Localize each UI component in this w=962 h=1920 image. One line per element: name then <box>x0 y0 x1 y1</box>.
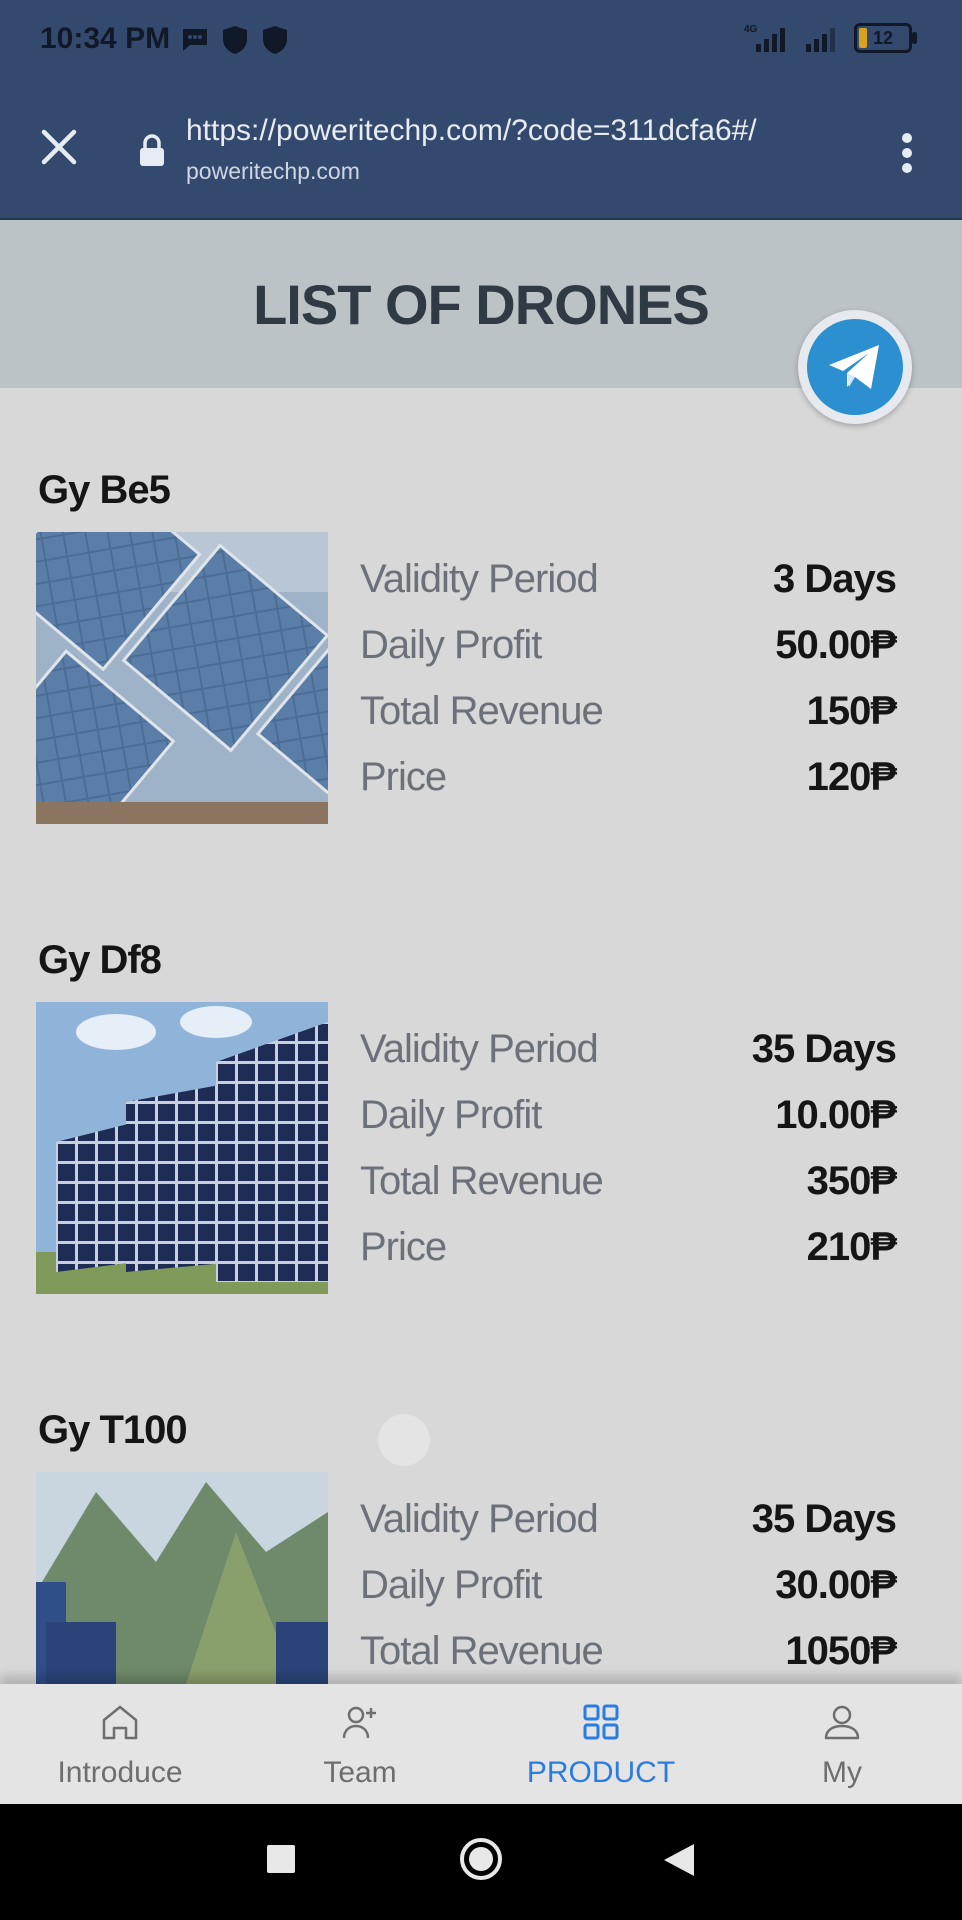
row-label: Total Revenue <box>360 1158 604 1203</box>
row-label: Price <box>360 754 447 799</box>
daily-profit-row: Daily Profit 10.00₱ <box>360 1082 897 1148</box>
tab-my[interactable]: My <box>722 1684 962 1804</box>
system-nav-bar <box>0 1804 962 1920</box>
price-row: Price 210₱ <box>360 1214 897 1280</box>
url-text[interactable]: https://poweritechp.com/?code=311dcfa6#/ <box>186 114 757 148</box>
total-revenue-row: Total Revenue 350₱ <box>360 1148 897 1214</box>
price-row: Price 120₱ <box>360 744 897 810</box>
tab-product[interactable]: PRODUCT <box>481 1684 721 1804</box>
browser-toolbar: https://poweritechp.com/?code=311dcfa6#/… <box>0 86 962 220</box>
row-label: Daily Profit <box>360 622 542 667</box>
lock-icon <box>140 134 164 166</box>
tab-label: Introduce <box>57 1756 183 1789</box>
status-bar: 10:34 PM 4G 12 <box>0 0 962 86</box>
product-name: Gy Be5 <box>38 468 171 512</box>
product-name: Gy T100 <box>38 1408 188 1452</box>
row-label: Total Revenue <box>360 688 604 733</box>
signal-icon <box>806 28 835 52</box>
row-value: 150₱ <box>806 688 897 733</box>
row-label: Validity Period <box>360 1026 599 1071</box>
loading-indicator <box>378 1414 430 1466</box>
validity-period-row: Validity Period 3 Days <box>360 546 897 612</box>
shield-icon <box>263 26 287 54</box>
home-icon <box>102 1705 138 1740</box>
daily-profit-row: Daily Profit 30.00₱ <box>360 1552 897 1618</box>
product-image <box>36 532 328 824</box>
signal-icon: 4G <box>744 24 785 52</box>
row-value: 35 Days <box>751 1496 897 1541</box>
close-icon[interactable] <box>38 126 80 168</box>
user-icon <box>824 1705 860 1740</box>
grid-icon <box>583 1704 619 1740</box>
home-button[interactable] <box>458 1836 504 1882</box>
network-type: 4G <box>744 24 758 35</box>
row-value: 3 Days <box>773 556 897 601</box>
notification-icons <box>180 24 290 56</box>
row-value: 1050₱ <box>785 1628 897 1673</box>
status-time: 10:34 PM <box>40 22 171 55</box>
row-label: Total Revenue <box>360 1628 604 1673</box>
domain-text: poweritechp.com <box>186 158 360 184</box>
total-revenue-row: Total Revenue 150₱ <box>360 678 897 744</box>
shield-icon <box>223 26 247 54</box>
tab-label: PRODUCT <box>526 1756 676 1789</box>
product-name: Gy Df8 <box>38 938 162 982</box>
bottom-tab-bar: Introduce Team PRODUCT My <box>0 1684 962 1804</box>
system-icons: 4G 12 <box>742 22 917 54</box>
tab-team[interactable]: Team <box>240 1684 480 1804</box>
telegram-button[interactable] <box>798 310 912 424</box>
daily-profit-row: Daily Profit 50.00₱ <box>360 612 897 678</box>
row-value: 210₱ <box>806 1224 897 1269</box>
row-value: 350₱ <box>806 1158 897 1203</box>
row-label: Price <box>360 1224 447 1269</box>
total-revenue-row: Total Revenue 1050₱ <box>360 1618 897 1684</box>
row-value: 120₱ <box>806 754 897 799</box>
product-image <box>36 1002 328 1294</box>
row-label: Validity Period <box>360 1496 599 1541</box>
telegram-icon <box>829 345 879 389</box>
battery-icon: 12 <box>854 23 917 53</box>
row-label: Daily Profit <box>360 1092 542 1137</box>
add-person-icon <box>342 1706 376 1739</box>
row-value: 10.00₱ <box>775 1092 897 1137</box>
tab-label: My <box>822 1756 862 1789</box>
battery-level: 12 <box>872 28 894 48</box>
row-value: 35 Days <box>751 1026 897 1071</box>
row-label: Daily Profit <box>360 1562 542 1607</box>
recents-button[interactable] <box>264 1842 298 1876</box>
tab-label: Team <box>323 1756 397 1789</box>
more-options-icon[interactable] <box>900 132 914 174</box>
row-value: 50.00₱ <box>775 622 897 667</box>
message-icon <box>183 29 207 51</box>
validity-period-row: Validity Period 35 Days <box>360 1486 897 1552</box>
tab-introduce[interactable]: Introduce <box>0 1684 240 1804</box>
back-button[interactable] <box>660 1842 700 1878</box>
validity-period-row: Validity Period 35 Days <box>360 1016 897 1082</box>
product-image <box>36 1472 328 1684</box>
row-label: Validity Period <box>360 556 599 601</box>
row-value: 30.00₱ <box>775 1562 897 1607</box>
